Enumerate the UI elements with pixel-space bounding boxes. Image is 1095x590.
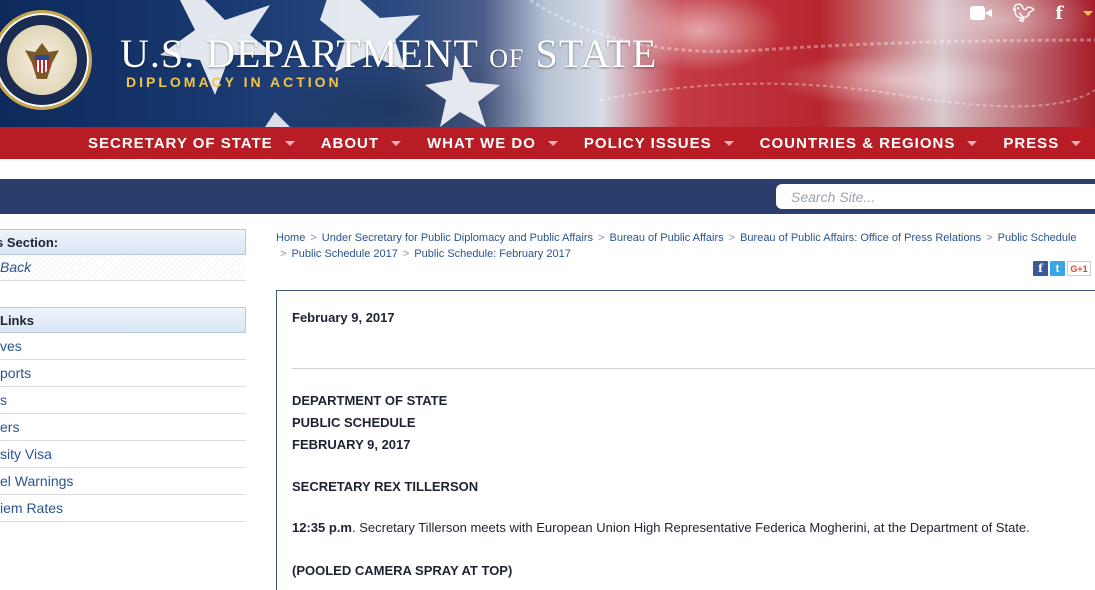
twitter-share-icon[interactable]: t [1050, 261, 1065, 276]
main-navigation: SECRETARY OF STATE ABOUT WHAT WE DO POLI… [0, 127, 1095, 159]
breadcrumb-under-secretary[interactable]: Under Secretary for Public Diplomacy and… [322, 232, 593, 244]
schedule-dept: DEPARTMENT OF STATE [292, 393, 448, 408]
breadcrumb-schedule-2017[interactable]: Public Schedule 2017 [291, 248, 397, 260]
breadcrumb-separator: > [986, 232, 993, 244]
breadcrumb-separator: > [280, 248, 287, 260]
nav-policy-issues[interactable]: POLICY ISSUES [584, 135, 734, 152]
sidebar-link-list: ves ports s ers sity Visa el Warnings ie… [0, 333, 246, 522]
site-tagline: DIPLOMACY IN ACTION [126, 74, 342, 90]
sidebar-link-label: el Warnings [0, 473, 74, 489]
twitter-icon[interactable]: 🐦︎ [1012, 3, 1035, 24]
social-links: 🐦︎ f [970, 0, 1095, 26]
nav-about[interactable]: ABOUT [320, 134, 402, 152]
sidebar-link-label: iem Rates [0, 500, 64, 516]
event-time: 12:35 p.m [292, 520, 352, 535]
breadcrumb-separator: > [728, 232, 736, 244]
search-input[interactable] [776, 184, 1095, 209]
nav-countries-regions[interactable]: COUNTRIES & REGIONS [760, 135, 978, 152]
sidebar-link[interactable]: ports [0, 360, 246, 387]
schedule-date: FEBRUARY 9, 2017 [292, 437, 411, 452]
chevron-down-icon [1071, 140, 1082, 146]
nav-label: WHAT WE DO [427, 134, 536, 152]
sidebar-links-title: Links [0, 313, 34, 328]
sidebar-link[interactable]: ves [0, 333, 246, 360]
google-plus-share-icon[interactable]: G+1 [1067, 261, 1091, 276]
chevron-down-icon [391, 140, 402, 146]
breadcrumb-separator: > [598, 232, 605, 244]
video-camera-icon[interactable] [970, 6, 993, 20]
site-title[interactable]: U.S. DEPARTMENT OF STATE [120, 30, 657, 77]
nav-label: POLICY ISSUES [583, 134, 712, 152]
nav-label: SECRETARY OF STATE [88, 134, 273, 152]
sidebar-links-header: Links [0, 307, 246, 333]
breadcrumb-separator: > [310, 232, 317, 244]
chevron-down-icon [723, 140, 734, 146]
nav-secretary-of-state[interactable]: SECRETARY OF STATE [88, 135, 295, 152]
share-buttons: f t G+1 [1033, 261, 1091, 276]
nav-spacer [0, 159, 1095, 179]
breadcrumb-home[interactable]: Home [276, 232, 305, 244]
nav-press[interactable]: PRESS [1003, 134, 1082, 152]
chevron-down-icon [967, 140, 978, 146]
back-link[interactable]: Back [0, 259, 31, 275]
chevron-down-icon[interactable] [1083, 10, 1093, 16]
sidebar-link[interactable]: el Warnings [0, 468, 246, 495]
chevron-down-icon [284, 140, 295, 146]
site-title-of: OF [489, 44, 525, 73]
site-title-state: STATE [535, 31, 658, 76]
breadcrumb-public-schedule[interactable]: Public Schedule [998, 232, 1077, 244]
sidebar-link-label: sity Visa [0, 446, 52, 462]
event-description: . Secretary Tillerson meets with Europea… [351, 520, 1030, 535]
schedule-event: 12:35 p.m. Secretary Tillerson meets wit… [292, 520, 1030, 535]
sidebar-section-header: s Section: [0, 229, 246, 255]
facebook-icon[interactable]: f [1055, 3, 1063, 24]
breadcrumb-separator: > [402, 248, 410, 260]
sidebar-link[interactable]: iem Rates [0, 495, 246, 522]
breadcrumb-press-relations[interactable]: Bureau of Public Affairs: Office of Pres… [740, 232, 981, 244]
facebook-share-icon[interactable]: f [1033, 261, 1048, 276]
sidebar-link[interactable]: sity Visa [0, 441, 246, 468]
page-date: February 9, 2017 [292, 310, 395, 325]
nav-label: ABOUT [320, 134, 380, 152]
chevron-down-icon [547, 140, 558, 146]
nav-label: PRESS [1003, 134, 1060, 152]
sidebar-link-label: s [0, 392, 7, 408]
nav-label: COUNTRIES & REGIONS [759, 134, 956, 152]
sidebar-link-label: ers [0, 419, 20, 435]
schedule-person: SECRETARY REX TILLERSON [292, 479, 479, 494]
breadcrumb-bureau[interactable]: Bureau of Public Affairs [609, 232, 723, 244]
schedule-note: (POOLED CAMERA SPRAY AT TOP) [292, 563, 513, 578]
sidebar-link[interactable]: ers [0, 414, 246, 441]
shield-icon [35, 55, 49, 73]
schedule-title: PUBLIC SCHEDULE [292, 415, 416, 430]
content-divider [292, 368, 1095, 369]
sidebar-link-label: ves [0, 338, 22, 354]
header-banner: U.S. DEPARTMENT OF STATE DIPLOMACY IN AC… [0, 0, 1095, 127]
sidebar-back-row: Back [0, 255, 246, 281]
nav-what-we-do[interactable]: WHAT WE DO [427, 135, 558, 152]
sidebar-link[interactable]: s [0, 387, 246, 414]
sidebar-section-title: s Section: [0, 235, 59, 250]
breadcrumb-schedule-february[interactable]: Public Schedule: February 2017 [414, 248, 571, 260]
site-title-main: U.S. DEPARTMENT [120, 31, 479, 76]
breadcrumb: Home > Under Secretary for Public Diplomac… [276, 230, 1095, 262]
sidebar-link-label: ports [0, 365, 32, 381]
